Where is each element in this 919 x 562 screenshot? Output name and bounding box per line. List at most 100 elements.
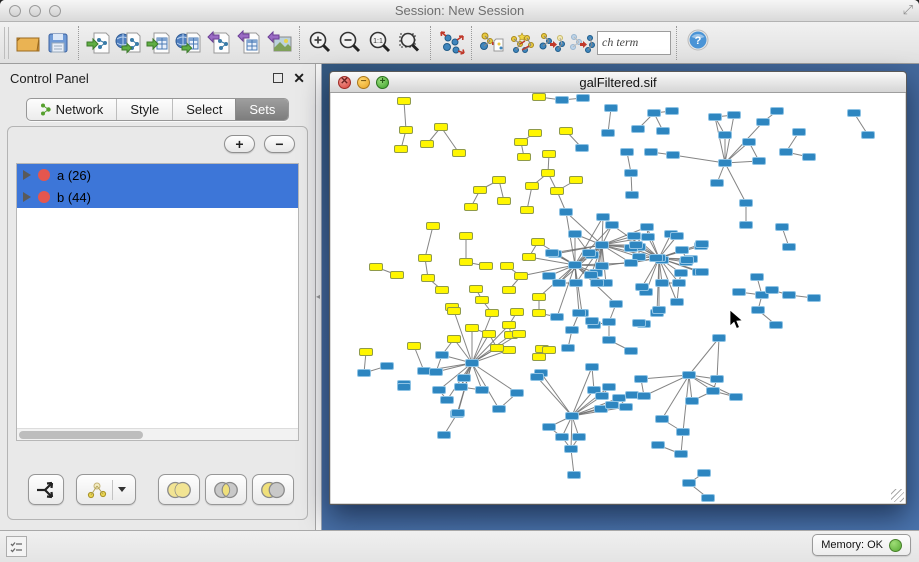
network-node-blue[interactable] bbox=[635, 376, 648, 383]
network-node-yellow[interactable] bbox=[491, 345, 504, 352]
network-node-blue[interactable] bbox=[752, 307, 765, 314]
float-panel-icon[interactable] bbox=[273, 73, 283, 83]
network-node-blue[interactable] bbox=[740, 200, 753, 207]
network-node-blue[interactable] bbox=[553, 280, 566, 287]
network-node-blue[interactable] bbox=[650, 255, 663, 262]
network-node-blue[interactable] bbox=[625, 348, 638, 355]
network-node-yellow[interactable] bbox=[370, 264, 383, 271]
network-node-blue[interactable] bbox=[677, 429, 690, 436]
network-node-blue[interactable] bbox=[666, 108, 679, 115]
network-node-blue[interactable] bbox=[566, 413, 579, 420]
network-node-blue[interactable] bbox=[753, 158, 766, 165]
zoom-out-button[interactable] bbox=[335, 27, 365, 59]
network-node-blue[interactable] bbox=[602, 130, 615, 137]
tab-style[interactable]: Style bbox=[116, 99, 172, 120]
export-image-button[interactable] bbox=[264, 27, 294, 59]
network-node-blue[interactable] bbox=[596, 242, 609, 249]
network-node-blue[interactable] bbox=[476, 387, 489, 394]
task-monitor-button[interactable] bbox=[6, 536, 27, 557]
network-node-blue[interactable] bbox=[673, 280, 686, 287]
network-node-blue[interactable] bbox=[733, 289, 746, 296]
network-node-yellow[interactable] bbox=[543, 347, 556, 354]
network-node-blue[interactable] bbox=[771, 108, 784, 115]
create-set-from-network-button[interactable] bbox=[76, 474, 136, 505]
network-node-blue[interactable] bbox=[730, 394, 743, 401]
network-node-yellow[interactable] bbox=[513, 331, 526, 338]
network-node-blue[interactable] bbox=[573, 434, 586, 441]
open-session-button[interactable] bbox=[13, 27, 43, 59]
network-node-blue[interactable] bbox=[675, 270, 688, 277]
network-node-blue[interactable] bbox=[671, 299, 684, 306]
zoom-selected-region-button[interactable] bbox=[395, 27, 425, 59]
union-sets-button[interactable] bbox=[158, 474, 200, 505]
network-node-yellow[interactable] bbox=[493, 177, 506, 184]
network-node-yellow[interactable] bbox=[448, 336, 461, 343]
network-node-blue[interactable] bbox=[625, 170, 638, 177]
network-node-yellow[interactable] bbox=[511, 309, 524, 316]
network-node-blue[interactable] bbox=[441, 397, 454, 404]
network-node-blue[interactable] bbox=[770, 322, 783, 329]
network-node-blue[interactable] bbox=[591, 280, 604, 287]
import-network-file-button[interactable] bbox=[84, 27, 114, 59]
save-session-button[interactable] bbox=[43, 27, 73, 59]
network-node-yellow[interactable] bbox=[518, 154, 531, 161]
import-table-file-button[interactable] bbox=[144, 27, 174, 59]
network-node-blue[interactable] bbox=[621, 149, 634, 156]
network-node-blue[interactable] bbox=[438, 432, 451, 439]
network-node-blue[interactable] bbox=[641, 224, 654, 231]
network-node-blue[interactable] bbox=[381, 363, 394, 370]
network-node-blue[interactable] bbox=[766, 287, 779, 294]
memory-status-button[interactable]: Memory: OK bbox=[812, 534, 911, 556]
network-node-blue[interactable] bbox=[702, 495, 715, 502]
search-input[interactable] bbox=[597, 31, 671, 55]
network-node-blue[interactable] bbox=[751, 274, 764, 281]
network-node-blue[interactable] bbox=[511, 390, 524, 397]
network-node-blue[interactable] bbox=[719, 160, 732, 167]
network-node-blue[interactable] bbox=[783, 292, 796, 299]
fullscreen-icon[interactable]: ⤢ bbox=[903, 2, 913, 18]
network-node-blue[interactable] bbox=[683, 480, 696, 487]
network-canvas[interactable] bbox=[331, 93, 905, 503]
export-network-button[interactable] bbox=[204, 27, 234, 59]
network-node-blue[interactable] bbox=[605, 105, 618, 112]
network-node-yellow[interactable] bbox=[435, 124, 448, 131]
network-node-blue[interactable] bbox=[743, 139, 756, 146]
network-node-yellow[interactable] bbox=[533, 354, 546, 361]
difference-sets-button[interactable] bbox=[252, 474, 294, 505]
network-node-yellow[interactable] bbox=[501, 263, 514, 270]
network-node-blue[interactable] bbox=[711, 376, 724, 383]
network-node-yellow[interactable] bbox=[465, 204, 478, 211]
network-node-yellow[interactable] bbox=[448, 308, 461, 315]
zoom-actual-size-button[interactable]: 1:1 bbox=[365, 27, 395, 59]
tab-sets[interactable]: Sets bbox=[235, 99, 288, 120]
network-node-yellow[interactable] bbox=[436, 287, 449, 294]
export-table-button[interactable] bbox=[234, 27, 264, 59]
network-node-yellow[interactable] bbox=[498, 198, 511, 205]
network-node-blue[interactable] bbox=[358, 370, 371, 377]
dropdown-caret-icon[interactable] bbox=[118, 487, 126, 492]
expander-icon[interactable] bbox=[23, 192, 31, 202]
network-node-yellow[interactable] bbox=[503, 287, 516, 294]
network-node-yellow[interactable] bbox=[474, 187, 487, 194]
network-view-window[interactable]: ✕ − + galFiltered.sif bbox=[329, 71, 907, 505]
split-sets-button[interactable] bbox=[28, 474, 64, 505]
select-first-neighbors-button[interactable] bbox=[507, 27, 537, 59]
network-node-blue[interactable] bbox=[698, 470, 711, 477]
network-node-blue[interactable] bbox=[573, 310, 586, 317]
window-titlebar[interactable]: Session: New Session ⤢ bbox=[0, 0, 919, 22]
network-node-blue[interactable] bbox=[630, 242, 643, 249]
network-node-yellow[interactable] bbox=[521, 207, 534, 214]
network-node-yellow[interactable] bbox=[570, 177, 583, 184]
network-node-yellow[interactable] bbox=[400, 127, 413, 134]
network-node-blue[interactable] bbox=[675, 451, 688, 458]
network-node-yellow[interactable] bbox=[460, 259, 473, 266]
network-node-blue[interactable] bbox=[562, 345, 575, 352]
add-set-button[interactable]: + bbox=[224, 135, 255, 153]
network-node-blue[interactable] bbox=[808, 295, 821, 302]
network-node-blue[interactable] bbox=[569, 231, 582, 238]
network-node-blue[interactable] bbox=[653, 307, 666, 314]
network-node-yellow[interactable] bbox=[560, 128, 573, 135]
network-node-blue[interactable] bbox=[455, 384, 468, 391]
tab-select[interactable]: Select bbox=[172, 99, 235, 120]
network-node-blue[interactable] bbox=[686, 398, 699, 405]
